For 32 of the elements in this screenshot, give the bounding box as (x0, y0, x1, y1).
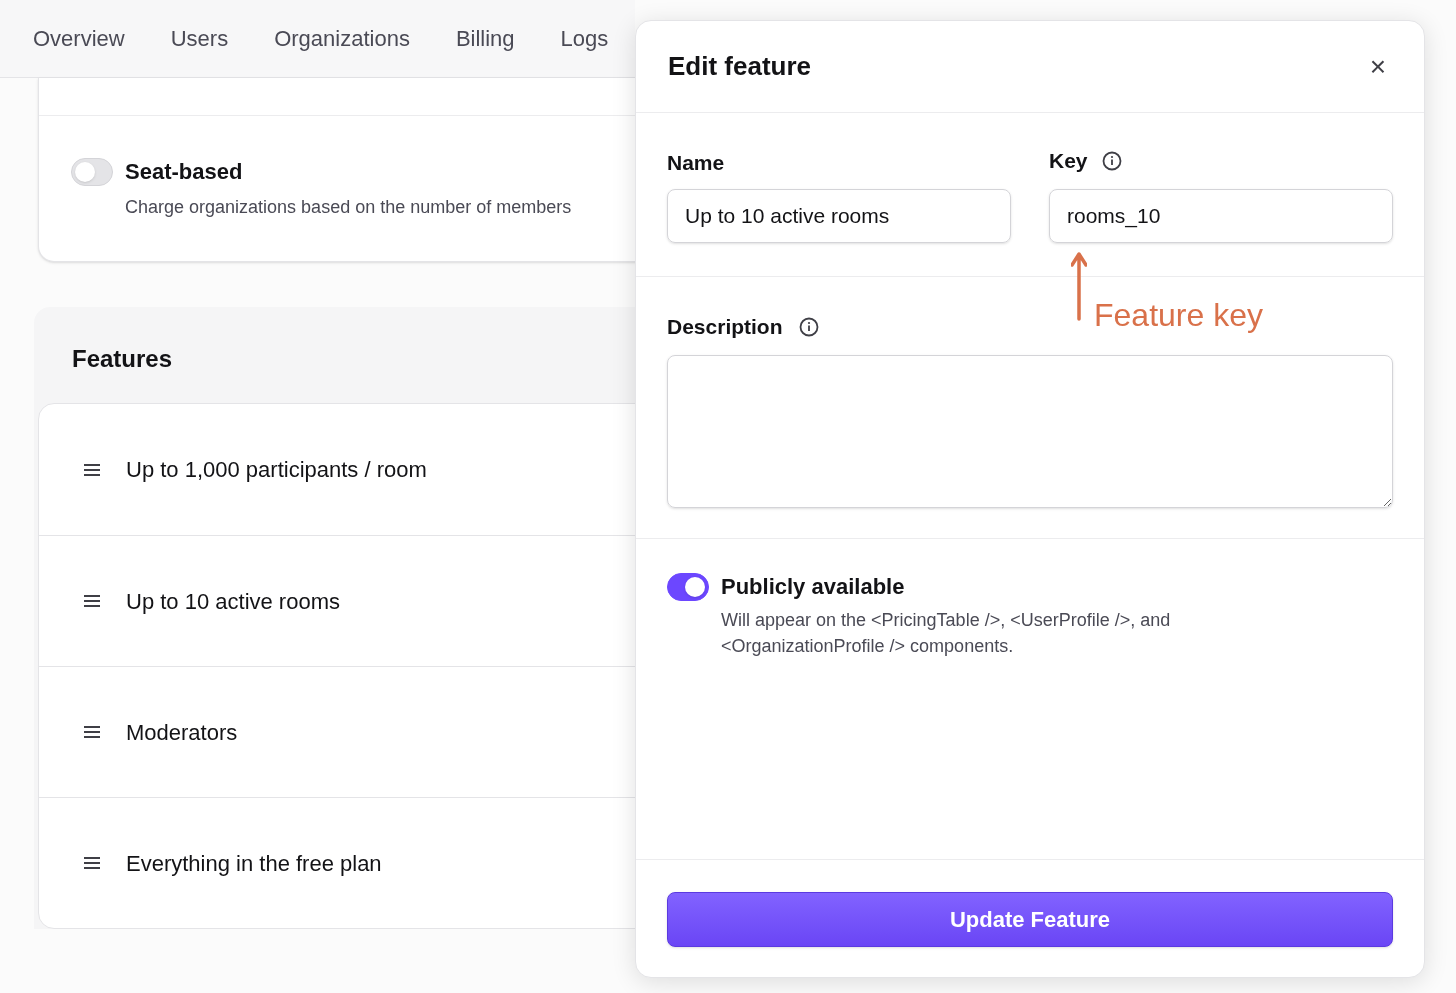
feature-name: Up to 1,000 participants / room (126, 456, 427, 484)
drag-handle-icon[interactable] (84, 726, 100, 738)
feature-name: Moderators (126, 718, 238, 747)
field-label: Name (667, 150, 726, 175)
key-field[interactable]: rooms_10 (1049, 189, 1393, 243)
drag-handle-icon[interactable] (84, 463, 100, 476)
toggle-switch[interactable] (667, 573, 709, 601)
option-title: Seat-based (125, 158, 244, 186)
section-title: Features (71, 344, 174, 374)
description-field[interactable] (667, 355, 1393, 508)
field-label: Key (1049, 148, 1088, 175)
option-description: Will appear on the <PricingTable />, <UserProfile />, and <OrganizationProfile /> components. (721, 609, 1172, 658)
close-button[interactable]: × (1363, 52, 1392, 81)
annotation-label: Feature key (1094, 299, 1263, 331)
feature-name: Everything in the free plan (126, 849, 382, 878)
drag-handle-icon[interactable] (84, 857, 100, 869)
nav-tab[interactable]: Overview (33, 22, 125, 55)
update-feature-button[interactable]: Update Feature (667, 892, 1393, 947)
name-field[interactable]: Up to 10 active rooms (667, 189, 1011, 243)
field-label: Description (667, 314, 783, 341)
annotation-arrow (1071, 251, 1087, 321)
info-icon[interactable] (798, 317, 819, 337)
info-icon[interactable] (1101, 151, 1122, 171)
drag-handle-icon[interactable] (84, 595, 100, 607)
nav-tab[interactable]: Organizations (274, 22, 410, 55)
nav-tab[interactable]: Logs (560, 22, 609, 55)
nav-tab[interactable]: Users (170, 22, 229, 55)
option-title: Publicly available (721, 573, 906, 601)
feature-name: Up to 10 active rooms (126, 587, 340, 616)
option-description: Charge organizations based on the number of members (125, 196, 572, 219)
dialog-title: Edit feature (668, 50, 812, 83)
nav-tab[interactable]: Billing (455, 22, 515, 55)
